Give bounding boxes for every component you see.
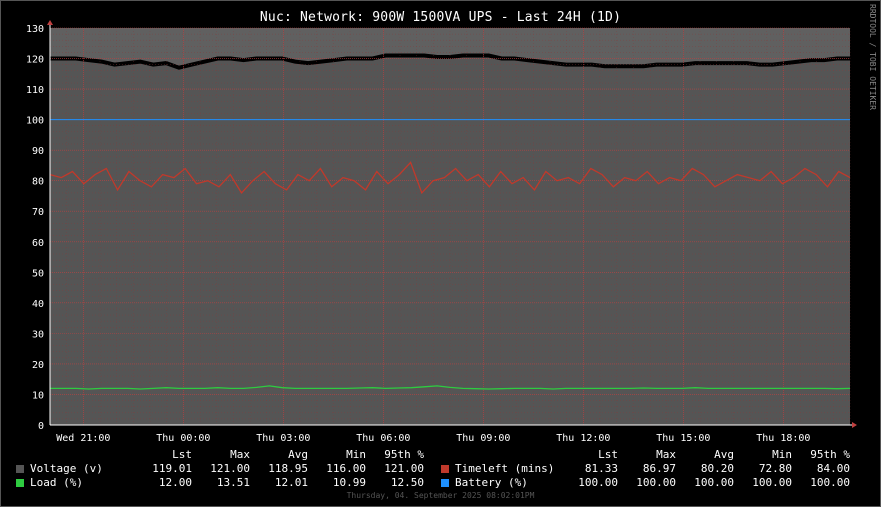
y-tick-label: 20 [32, 360, 44, 371]
legend-swatch-voltage [16, 465, 24, 473]
voltage-avg: 118.95 [268, 462, 308, 475]
x-tick-label: Thu 12:00 [556, 433, 610, 444]
battery-95th: 100.00 [810, 476, 850, 489]
voltage-min: 116.00 [326, 462, 366, 475]
legend-header-avg-right: Avg [714, 448, 734, 461]
timeleft-lst: 81.33 [584, 462, 618, 475]
legend-header-lst-right: Lst [598, 448, 618, 461]
legend-header-avg-left: Avg [288, 448, 308, 461]
legend-swatch-battery [441, 479, 449, 487]
battery-lst: 100.00 [578, 476, 618, 489]
x-tick-label: Thu 06:00 [356, 433, 410, 444]
y-tick-label: 30 [32, 329, 44, 340]
y-tick-label: 10 [32, 390, 44, 401]
load-95th: 12.50 [390, 476, 424, 489]
legend-label-timeleft: Timeleft (mins) [455, 462, 555, 475]
battery-min: 100.00 [752, 476, 792, 489]
y-axis-arrow [47, 20, 53, 25]
legend-header-95th-right: 95th % [810, 448, 850, 461]
load-min: 10.99 [332, 476, 366, 489]
legend-label-load: Load (%) [30, 476, 83, 489]
x-tick-label: Thu 03:00 [256, 433, 310, 444]
y-tick-label: 90 [32, 146, 44, 157]
y-tick-label: 40 [32, 299, 44, 310]
legend-header-min-left: Min [346, 448, 366, 461]
legend-header-max-right: Max [656, 448, 676, 461]
battery-avg: 100.00 [694, 476, 734, 489]
x-tick-label: Thu 09:00 [456, 433, 510, 444]
load-lst: 12.00 [158, 476, 192, 489]
footer-timestamp: Thursday, 04. September 2025 08:02:01PM [346, 491, 535, 500]
timeleft-max: 86.97 [642, 462, 676, 475]
y-tick-label: 120 [26, 55, 44, 66]
series-voltage-area [50, 55, 850, 425]
timeleft-min: 72.80 [758, 462, 792, 475]
x-axis-arrow [852, 422, 857, 428]
legend-header-max-left: Max [230, 448, 250, 461]
x-tick-label: Thu 18:00 [756, 433, 810, 444]
y-tick-label: 80 [32, 177, 44, 188]
x-tick-label: Thu 15:00 [656, 433, 710, 444]
timeleft-95th: 84.00 [816, 462, 850, 475]
battery-max: 100.00 [636, 476, 676, 489]
legend-label-voltage: Voltage (v) [30, 462, 103, 475]
timeleft-avg: 80.20 [700, 462, 734, 475]
x-tick-label: Thu 00:00 [156, 433, 210, 444]
y-tick-label: 50 [32, 268, 44, 279]
y-tick-label: 70 [32, 207, 44, 218]
legend-swatch-load [16, 479, 24, 487]
legend-header-95th-left: 95th % [384, 448, 424, 461]
legend-label-battery: Battery (%) [455, 476, 528, 489]
legend-header-min-right: Min [772, 448, 792, 461]
load-avg: 12.01 [274, 476, 308, 489]
voltage-max: 121.00 [210, 462, 250, 475]
y-tick-label: 100 [26, 116, 44, 127]
load-max: 13.51 [216, 476, 250, 489]
chart-canvas: 0 10 20 30 40 50 60 70 80 90 100 110 120 130 Wed 21:00… [26, 20, 857, 444]
y-tick-label: 110 [26, 85, 44, 96]
voltage-lst: 119.01 [152, 462, 192, 475]
x-tick-label: Wed 21:00 [56, 433, 110, 444]
voltage-95th: 121.00 [384, 462, 424, 475]
y-tick-label: 60 [32, 238, 44, 249]
legend-header-lst-left: Lst [172, 448, 192, 461]
y-tick-label: 0 [38, 421, 44, 432]
y-tick-label: 130 [26, 24, 44, 35]
legend-swatch-timeleft [441, 465, 449, 473]
